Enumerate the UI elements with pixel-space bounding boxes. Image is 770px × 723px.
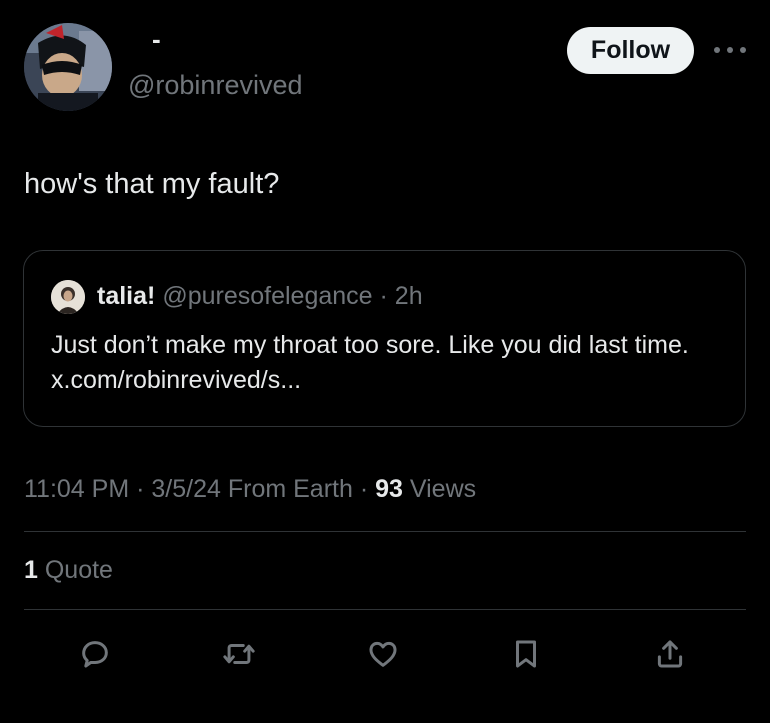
quoted-meta-separator: · [379, 282, 388, 310]
follow-button[interactable]: Follow [567, 27, 694, 74]
meta-separator: · [136, 475, 145, 503]
quoted-avatar-image [51, 280, 85, 314]
views-label: Views [409, 475, 477, 503]
meta-separator: · [359, 475, 369, 503]
retweet-icon [223, 644, 255, 664]
views-count: 93 [375, 475, 403, 503]
tweet-date[interactable]: 3/5/24 [151, 475, 221, 503]
tweet-source: From Earth [227, 475, 353, 503]
tweet-text: how's that my fault? [24, 168, 280, 200]
author-avatar-image [24, 23, 112, 111]
like-icon [369, 641, 397, 667]
quotes-label: Quote [44, 556, 113, 584]
retweet-button[interactable] [217, 632, 261, 676]
reply-icon [82, 641, 108, 668]
quoted-author-name[interactable]: talia! [97, 282, 155, 310]
share-button[interactable] [648, 632, 692, 676]
quoted-author-avatar[interactable] [51, 280, 85, 314]
bookmark-icon [516, 640, 536, 668]
share-icon [657, 640, 683, 668]
tweet-time[interactable]: 11:04 PM [24, 475, 129, 503]
like-button[interactable] [361, 632, 405, 676]
reply-button[interactable] [73, 632, 117, 676]
divider [24, 531, 746, 532]
tweet-meta-line: 11:04 PM · 3/5/24 From Earth · 93 Views [24, 475, 476, 504]
quotes-stat[interactable]: 1 Quote [24, 556, 113, 585]
author-handle[interactable]: @robinrevived [128, 70, 303, 101]
quoted-tweet-card[interactable]: talia! @puresofelegance · 2h Just don’t … [23, 250, 746, 427]
quoted-author-handle[interactable]: @puresofelegance [162, 282, 372, 310]
bookmark-button[interactable] [504, 632, 548, 676]
quoted-tweet-meta: talia! @puresofelegance · 2h [97, 282, 423, 311]
author-avatar[interactable] [24, 23, 112, 111]
author-display-name[interactable]: - [152, 26, 161, 52]
divider [24, 609, 746, 610]
more-icon [714, 47, 746, 53]
quoted-tweet-text: Just don’t make my throat too sore. Like… [51, 331, 689, 394]
quotes-count: 1 [24, 556, 38, 584]
more-options-button[interactable] [710, 36, 750, 64]
tweet-detail-view: - @robinrevived Follow how's that my fau… [0, 0, 770, 723]
quoted-tweet-time[interactable]: 2h [395, 282, 423, 310]
